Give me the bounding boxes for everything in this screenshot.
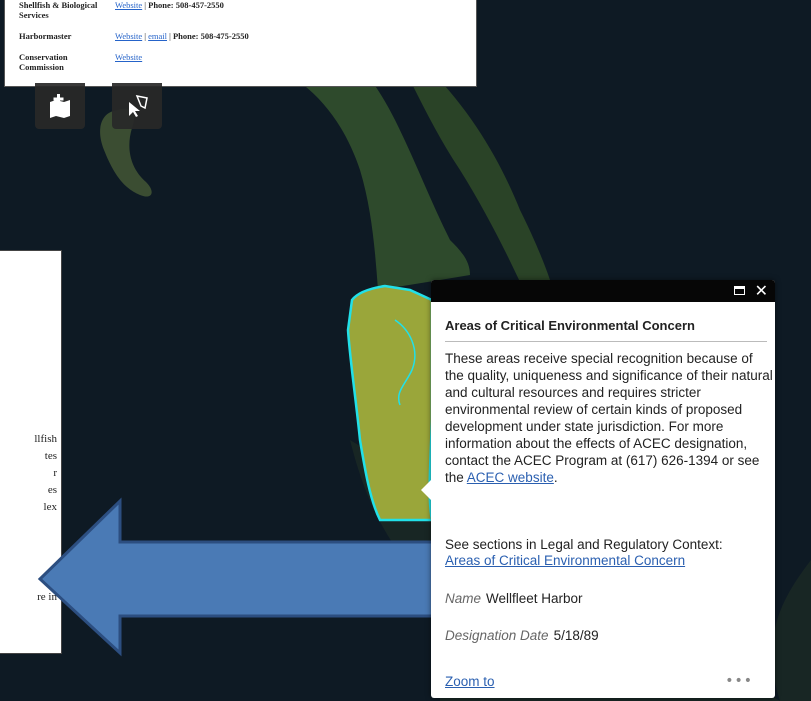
contact-label: Conservation Commission bbox=[19, 52, 68, 72]
website-link[interactable]: Website bbox=[115, 31, 142, 41]
zoom-to-link[interactable]: Zoom to bbox=[445, 674, 495, 689]
maximize-icon[interactable] bbox=[734, 286, 745, 295]
ellipsis-icon[interactable]: ••• bbox=[725, 673, 753, 689]
acec-website-link[interactable]: ACEC website bbox=[467, 470, 554, 485]
field-value-name: Wellfleet Harbor bbox=[486, 591, 583, 606]
popup-description: These areas receive special recognition … bbox=[445, 350, 775, 486]
email-link[interactable]: email bbox=[148, 31, 167, 41]
doc-line: es bbox=[47, 484, 57, 496]
field-label-name: Name bbox=[445, 591, 482, 606]
map-plus-icon bbox=[50, 94, 70, 118]
contact-info: Website | email | Phone: 508-475-2550 bbox=[115, 31, 249, 41]
website-link[interactable]: Website bbox=[115, 52, 142, 62]
divider bbox=[445, 341, 767, 342]
doc-line: llfish bbox=[34, 433, 57, 445]
doc-line: tes bbox=[44, 450, 57, 462]
popup-pointer bbox=[421, 479, 432, 501]
add-layer-button[interactable] bbox=[35, 83, 85, 129]
arrow-left-icon bbox=[37, 497, 450, 657]
contact-label: Harbormaster bbox=[19, 31, 72, 41]
popup-header: ✕ bbox=[431, 280, 775, 302]
description-end: . bbox=[553, 470, 558, 485]
field-name: Name Wellfleet Harbor bbox=[445, 591, 583, 606]
acec-section-link[interactable]: Areas of Critical Environmental Concern bbox=[445, 553, 685, 568]
select-cursor-icon bbox=[129, 94, 148, 117]
field-designation-date: Designation Date 5/18/89 bbox=[445, 628, 599, 643]
doc-line: r bbox=[53, 467, 57, 479]
close-icon[interactable]: ✕ bbox=[755, 281, 768, 301]
contacts-card: Shellfish & Biological Services Website … bbox=[4, 0, 477, 87]
popup-title: Areas of Critical Environmental Concern bbox=[445, 318, 695, 333]
select-tool-button[interactable] bbox=[112, 83, 162, 129]
feature-popup: ✕ Areas of Critical Environmental Concer… bbox=[421, 280, 775, 698]
popup-footer: Zoom to ••• bbox=[431, 666, 775, 698]
contact-info: Website bbox=[115, 52, 142, 62]
description-text: These areas receive special recognition … bbox=[445, 351, 773, 485]
section-text: See sections in Legal and Regulatory Con… bbox=[445, 537, 723, 552]
phone-text: Phone: 508-457-2550 bbox=[148, 0, 224, 10]
field-value-date: 5/18/89 bbox=[553, 628, 599, 643]
phone-text: Phone: 508-475-2550 bbox=[172, 31, 249, 41]
website-link[interactable]: Website bbox=[115, 0, 142, 10]
popup-section: See sections in Legal and Regulatory Con… bbox=[445, 537, 775, 569]
contact-info: Website | Phone: 508-457-2550 bbox=[115, 0, 224, 10]
contact-label: Shellfish & Biological Services bbox=[19, 0, 98, 20]
field-label-date: Designation Date bbox=[445, 628, 549, 643]
